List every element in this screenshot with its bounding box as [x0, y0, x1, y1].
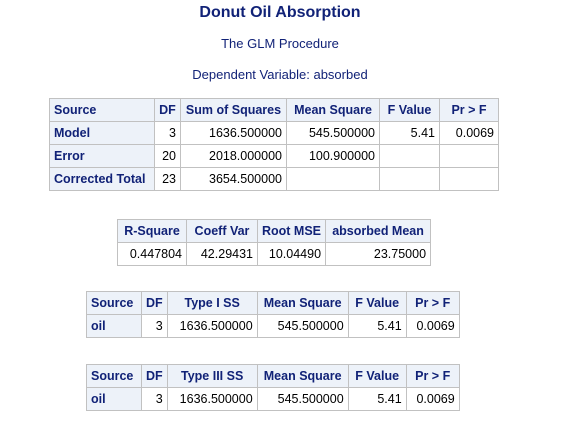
table-row: 0.447804 42.29431 10.04490 23.75000	[117, 242, 432, 266]
df-cell: 3	[154, 121, 181, 145]
ss-cell: 2018.000000	[180, 144, 287, 168]
row-label: Corrected Total	[49, 167, 155, 191]
ms-cell: 545.500000	[256, 387, 349, 411]
ss-cell: 1636.500000	[166, 387, 258, 411]
dependent-variable-title: Dependent Variable: absorbed	[192, 67, 368, 82]
f-cell	[379, 167, 440, 191]
fit-statistics-table: R-Square Coeff Var Root MSE absorbed Mea…	[117, 219, 432, 266]
ss-cell: 3654.500000	[180, 167, 287, 191]
type3-header-ss: Type III SS	[166, 364, 258, 388]
f-cell: 5.41	[347, 387, 407, 411]
type3-ss-table: Source DF Type III SS Mean Square F Valu…	[86, 364, 460, 411]
coeffvar-cell: 42.29431	[186, 242, 258, 266]
report-title: Donut Oil Absorption	[199, 4, 361, 21]
table-row: Error 20 2018.000000 100.900000	[49, 144, 499, 168]
anova-header-ms: Mean Square	[286, 98, 380, 122]
type1-header-ms: Mean Square	[256, 291, 349, 315]
table-row: Model 3 1636.500000 545.500000 5.41 0.00…	[49, 121, 499, 145]
p-cell	[439, 144, 499, 168]
type3-header-f: F Value	[347, 364, 407, 388]
df-cell: 3	[141, 387, 168, 411]
df-cell: 23	[154, 167, 181, 191]
table-row: oil 3 1636.500000 545.500000 5.41 0.0069	[86, 314, 460, 338]
f-cell: 5.41	[379, 121, 440, 145]
table-row: Corrected Total 23 3654.500000	[49, 167, 499, 191]
rsquare-cell: 0.447804	[117, 242, 187, 266]
anova-header-source: Source	[49, 98, 155, 122]
anova-header-row: Source DF Sum of Squares Mean Square F V…	[49, 98, 499, 122]
ss-cell: 1636.500000	[166, 314, 258, 338]
fit-header-row: R-Square Coeff Var Root MSE absorbed Mea…	[117, 219, 432, 243]
ms-cell: 100.900000	[286, 144, 380, 168]
ss-cell: 1636.500000	[180, 121, 287, 145]
anova-header-f: F Value	[379, 98, 440, 122]
type3-header-row: Source DF Type III SS Mean Square F Valu…	[86, 364, 460, 388]
f-cell: 5.41	[347, 314, 407, 338]
fit-header-rsquare: R-Square	[117, 219, 187, 243]
fit-header-mean: absorbed Mean	[325, 219, 432, 243]
table-row: oil 3 1636.500000 545.500000 5.41 0.0069	[86, 387, 460, 411]
type1-ss-table: Source DF Type I SS Mean Square F Value …	[86, 291, 460, 338]
type1-header-source: Source	[86, 291, 142, 315]
type1-header-ss: Type I SS	[166, 291, 258, 315]
row-label: oil	[86, 387, 142, 411]
type1-header-p: Pr > F	[405, 291, 460, 315]
df-cell: 3	[141, 314, 168, 338]
row-label: Model	[49, 121, 155, 145]
fit-header-coeffvar: Coeff Var	[186, 219, 258, 243]
anova-table: Source DF Sum of Squares Mean Square F V…	[49, 98, 499, 191]
type3-header-p: Pr > F	[405, 364, 460, 388]
mean-cell: 23.75000	[325, 242, 432, 266]
p-cell	[439, 167, 499, 191]
anova-header-p: Pr > F	[439, 98, 499, 122]
procedure-title: The GLM Procedure	[221, 36, 339, 51]
f-cell	[379, 144, 440, 168]
type3-header-source: Source	[86, 364, 142, 388]
p-cell: 0.0069	[405, 387, 460, 411]
ms-cell: 545.500000	[286, 121, 380, 145]
type3-header-ms: Mean Square	[256, 364, 349, 388]
type1-header-f: F Value	[347, 291, 407, 315]
type1-header-row: Source DF Type I SS Mean Square F Value …	[86, 291, 460, 315]
type3-header-df: DF	[141, 364, 168, 388]
df-cell: 20	[154, 144, 181, 168]
fit-header-rootmse: Root MSE	[256, 219, 327, 243]
ms-cell	[286, 167, 380, 191]
rootmse-cell: 10.04490	[256, 242, 327, 266]
row-label: Error	[49, 144, 155, 168]
anova-header-ss: Sum of Squares	[180, 98, 287, 122]
p-cell: 0.0069	[405, 314, 460, 338]
type1-header-df: DF	[141, 291, 168, 315]
ms-cell: 545.500000	[256, 314, 349, 338]
anova-header-df: DF	[154, 98, 181, 122]
p-cell: 0.0069	[439, 121, 499, 145]
row-label: oil	[86, 314, 142, 338]
